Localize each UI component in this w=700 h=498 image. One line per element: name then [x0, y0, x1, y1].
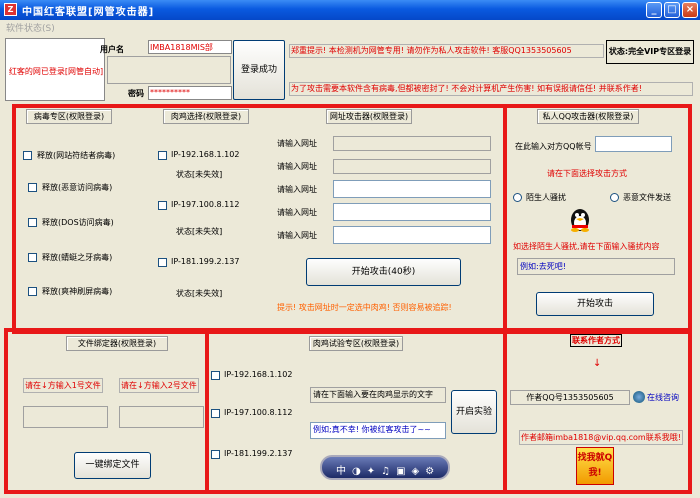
chicken-status-3: 状态[未失效]	[176, 289, 223, 298]
start-url-attack-button[interactable]: 开始攻击(40秒)	[306, 258, 461, 286]
radio-malicious-file[interactable]	[610, 193, 619, 202]
qq-example-text: 例如:去死吧!	[520, 262, 566, 271]
url-input-5[interactable]	[333, 226, 491, 244]
menu-bar: 软件状态(S)	[0, 20, 700, 34]
virus-item-3: 释放(DOS访问病毒)	[42, 218, 114, 227]
chicken-checkbox-3[interactable]	[158, 258, 167, 267]
qq-input-label: 在此输入对方QQ帐号	[515, 142, 592, 151]
online-chat-link[interactable]: 在线咨询	[647, 392, 679, 403]
virus-item-4: 释放(蜻蜓之牙病毒)	[42, 253, 113, 262]
test-ip-3: IP-181.199.2.137	[224, 449, 293, 458]
start-qq-attack-button[interactable]: 开始攻击	[536, 292, 654, 316]
contact-header: 联系作者方式	[570, 334, 622, 347]
chicken-ip-2: IP-197.100.8.112	[171, 200, 240, 209]
radio-stranger[interactable]	[513, 193, 522, 202]
media-toolbar: 中◑✦♫▣◈⚙	[320, 455, 450, 480]
test-checkbox-1[interactable]	[211, 371, 220, 380]
chicken-test-header: 肉鸡试验专区(权限登录)	[309, 336, 403, 351]
chicken-ip-3: IP-181.199.2.137	[171, 257, 240, 266]
bind-files-button[interactable]: 一键绑定文件	[74, 452, 151, 479]
user-value: IMBA1818MIS部	[150, 43, 213, 52]
test-ip-2: IP-197.100.8.112	[224, 408, 293, 417]
find-me-badge[interactable]: 找我就Q我!	[576, 447, 614, 485]
qq-number-input[interactable]	[595, 136, 672, 152]
start-test-button[interactable]: 开启实验	[451, 390, 497, 434]
virus-header: 病毒专区(权限登录)	[26, 109, 112, 124]
url-label-5: 请输入网址	[277, 231, 317, 240]
pass-field[interactable]: **********	[148, 86, 232, 100]
menu-status[interactable]: 软件状态(S)	[6, 21, 55, 34]
url-attack-header: 网址攻击器(权限登录)	[326, 109, 412, 124]
radio-stranger-label: 陌生人骚扰	[526, 193, 566, 202]
qq-attack-header: 私人QQ攻击器(权限登录)	[537, 109, 639, 124]
file-binder-header: 文件绑定器(权限登录)	[66, 336, 168, 351]
virus-checkbox-5[interactable]	[28, 287, 37, 296]
test-example-text: 例如;真不幸! 你被红客攻击了~~	[313, 425, 431, 434]
url-label-1: 请输入网址	[277, 139, 317, 148]
author-email: 作者邮箱imba1818@vip.qq.com联系我哦!	[519, 430, 683, 445]
pass-label: 密码	[128, 89, 144, 98]
qq-hint: 如选择陌生人骚扰,请在下面输入骚扰内容	[513, 242, 660, 251]
title-bar: Z 中国红客联盟[网管攻击器] _ □ ×	[0, 0, 700, 20]
virus-item-5: 释放(爽神刷屏病毒)	[42, 287, 113, 296]
close-button[interactable]: ×	[682, 2, 698, 18]
test-text-input[interactable]: 例如;真不幸! 你被红客攻击了~~	[310, 422, 446, 439]
online-chat-icon	[633, 391, 645, 403]
notice-line-2: 为了攻击需要本软件含有病毒,但都被密封了! 不会对计算机产生伤害! 如有误报请信…	[289, 82, 693, 96]
url-input-3[interactable]	[333, 180, 491, 198]
user-field[interactable]: IMBA1818MIS部	[148, 40, 232, 54]
user-label: 用户名	[100, 45, 124, 54]
virus-checkbox-4[interactable]	[28, 253, 37, 262]
test-prompt: 请在下面输入要在肉鸡显示的文字	[310, 387, 446, 403]
login-button[interactable]: 登录成功	[233, 40, 285, 100]
pass-value: **********	[150, 88, 190, 97]
status-box: 状态:完全VIP专区登录	[606, 40, 694, 64]
file2-label: 请在↓方输入2号文件	[119, 378, 199, 393]
qq-choose-text: 请在下面选择攻击方式	[547, 169, 627, 178]
login-mid-box	[107, 56, 231, 84]
url-input-2[interactable]	[333, 159, 491, 174]
virus-checkbox-3[interactable]	[28, 218, 37, 227]
author-qq: 作者QQ号1353505605	[510, 390, 630, 405]
test-checkbox-2[interactable]	[211, 409, 220, 418]
minimize-button[interactable]: _	[646, 2, 662, 18]
url-label-4: 请输入网址	[277, 208, 317, 217]
virus-checkbox-2[interactable]	[28, 183, 37, 192]
login-sidebar-text: 红客的网已登录[网管自动]	[8, 67, 104, 76]
file2-input[interactable]	[119, 406, 204, 428]
chicken-ip-1: IP-192.168.1.102	[171, 150, 240, 159]
qq-content-input[interactable]: 例如:去死吧!	[517, 258, 675, 275]
chicken-checkbox-2[interactable]	[158, 201, 167, 210]
test-checkbox-3[interactable]	[211, 450, 220, 459]
virus-checkbox-1[interactable]	[23, 151, 32, 160]
maximize-button[interactable]: □	[664, 2, 680, 18]
contact-arrow: ↓	[593, 358, 602, 369]
virus-item-1: 释放(网站符结者病毒)	[37, 151, 116, 160]
qq-penguin-icon	[566, 206, 594, 232]
chicken-checkbox-1[interactable]	[158, 151, 167, 160]
app-icon: Z	[4, 3, 17, 16]
chicken-header: 肉鸡选择(权限登录)	[163, 109, 249, 124]
chicken-status-2: 状态[未失效]	[176, 227, 223, 236]
window-title: 中国红客联盟[网管攻击器]	[22, 7, 155, 18]
chicken-status-1: 状态[未失效]	[176, 170, 223, 179]
url-input-4[interactable]	[333, 203, 491, 221]
test-ip-1: IP-192.168.1.102	[224, 370, 293, 379]
url-label-2: 请输入网址	[277, 162, 317, 171]
file1-label: 请在↓方输入1号文件	[23, 378, 103, 393]
virus-item-2: 释放(恶意访问病毒)	[42, 183, 113, 192]
media-icons[interactable]: 中◑✦♫▣◈⚙	[336, 462, 440, 477]
url-attack-warning: 提示! 攻击网址时一定选中肉鸡! 否则容易被追踪!	[277, 303, 452, 312]
file1-input[interactable]	[23, 406, 108, 428]
radio-malicious-file-label: 恶意文件发送	[623, 193, 671, 202]
url-input-1[interactable]	[333, 136, 491, 151]
url-label-3: 请输入网址	[277, 185, 317, 194]
notice-line-1: 郑重提示! 本检测机为网管专用! 请勿作为私人攻击软件! 客服QQ1353505…	[289, 44, 604, 58]
